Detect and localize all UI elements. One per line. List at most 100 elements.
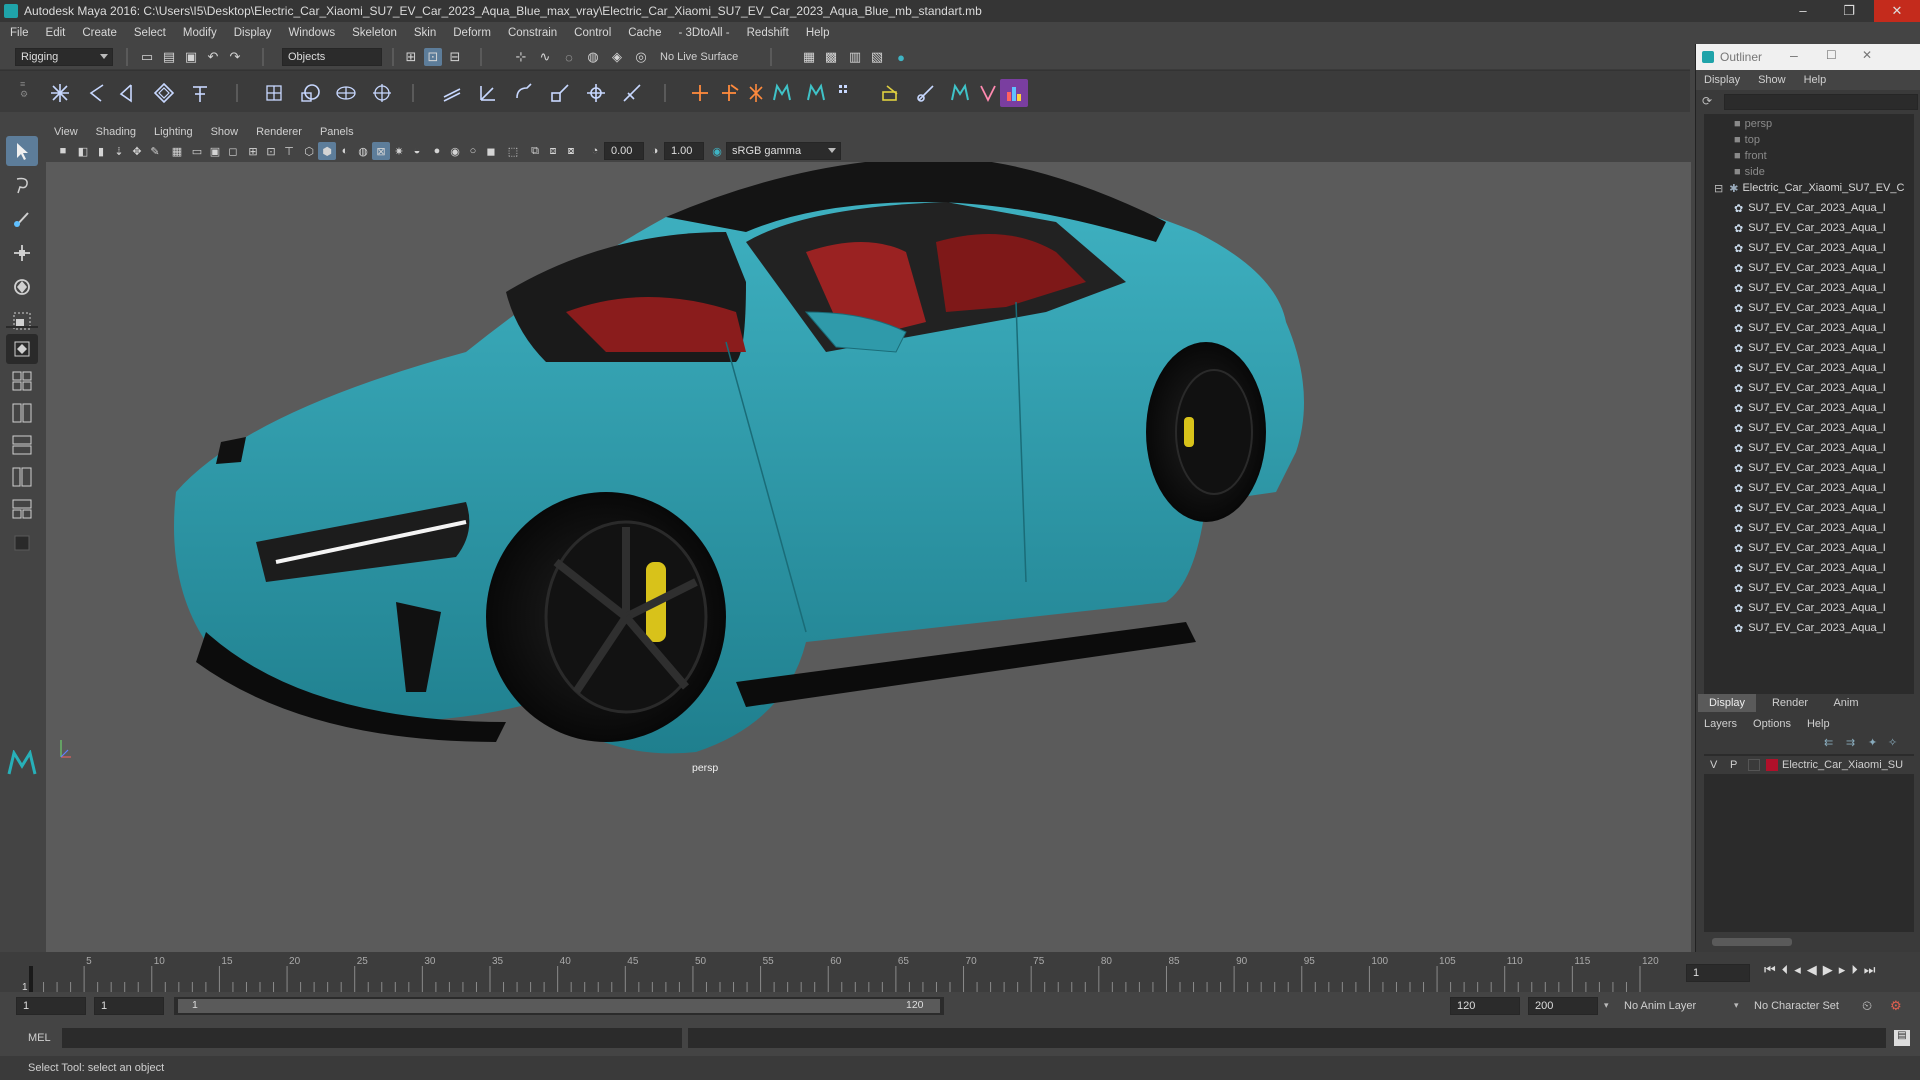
wireframe-icon[interactable]: ⬡	[300, 142, 318, 160]
outliner-item-mesh[interactable]: ✿ SU7_EV_Car_2023_Aqua_I	[1704, 558, 1914, 578]
selection-mode-dropdown[interactable]: Objects	[282, 48, 382, 66]
maximize-icon[interactable]: ☐	[1826, 48, 1837, 62]
render-frame-icon[interactable]: ▩	[822, 48, 840, 66]
restore-button[interactable]: ❐	[1826, 0, 1872, 22]
film-gate-icon[interactable]: ▭	[188, 142, 206, 160]
time-ruler[interactable]: 5 10 15 20 25 30 35 40 45 50 55 60 65 70 75 80 85 90 95 100…	[22, 952, 1684, 993]
snap-surface-icon[interactable]: ◈	[608, 48, 626, 66]
lasso-tool-icon[interactable]	[6, 170, 38, 200]
set-driven-key-icon[interactable]	[742, 79, 770, 107]
playback-start-field[interactable]: 1	[94, 997, 164, 1015]
lattice-icon[interactable]	[260, 79, 288, 107]
outliner-search-input[interactable]	[1724, 94, 1918, 110]
layer-move-up-icon[interactable]: ⇇	[1824, 736, 1833, 749]
menu-cache[interactable]: Cache	[628, 27, 661, 39]
outliner-item-mesh[interactable]: ✿ SU7_EV_Car_2023_Aqua_I	[1704, 298, 1914, 318]
smooth-shade-icon[interactable]: ⬢	[318, 142, 336, 160]
outliner-item-mesh[interactable]: ✿ SU7_EV_Car_2023_Aqua_I	[1704, 338, 1914, 358]
filter-icon[interactable]: ⟳	[1702, 94, 1712, 108]
snap-point-icon[interactable]: ◌	[560, 48, 578, 66]
layer-playback-toggle[interactable]: P	[1730, 759, 1737, 771]
render-settings-icon[interactable]: ▧	[868, 48, 886, 66]
exposure-field[interactable]: 0.00	[604, 142, 644, 160]
menu-control[interactable]: Control	[574, 27, 611, 39]
character-controls-icon[interactable]	[974, 79, 1002, 107]
resolution-gate-icon[interactable]: ▣	[206, 142, 224, 160]
new-layer-icon[interactable]: ✦	[1868, 736, 1877, 749]
parent-constraint-icon[interactable]	[582, 79, 610, 107]
menu-set-dropdown[interactable]: Rigging	[15, 48, 113, 66]
layer-display-type[interactable]	[1748, 759, 1760, 771]
redo-icon[interactable]: ↷	[226, 48, 244, 66]
select-tool-icon[interactable]	[6, 136, 38, 166]
outliner-item-mesh[interactable]: ✿ SU7_EV_Car_2023_Aqua_I	[1704, 618, 1914, 638]
viewport-persp[interactable]: persp	[46, 162, 1691, 952]
graph-layout-icon[interactable]	[6, 494, 38, 524]
select-hierarchy-icon[interactable]: ⊞	[402, 48, 420, 66]
current-time-indicator[interactable]	[29, 966, 33, 992]
graph-editor-icon[interactable]	[1000, 79, 1028, 107]
scale-tool-icon[interactable]	[6, 306, 38, 336]
anim-layer-dropdown[interactable]: No Anim Layer	[1624, 1000, 1696, 1012]
wireframe-on-shaded-icon[interactable]: ◍	[354, 142, 372, 160]
outliner-item-mesh[interactable]: ✿ SU7_EV_Car_2023_Aqua_I	[1704, 238, 1914, 258]
menu-skin[interactable]: Skin	[414, 27, 436, 39]
panel-menu-lighting[interactable]: Lighting	[154, 126, 193, 138]
menu-deform[interactable]: Deform	[453, 27, 491, 39]
isolate-select-icon[interactable]: ⬚	[504, 142, 522, 160]
tab-anim[interactable]: Anim	[1818, 694, 1874, 712]
panel-menu-renderer[interactable]: Renderer	[256, 126, 302, 138]
chevron-down-icon[interactable]: ▾	[1604, 1000, 1609, 1011]
step-forward-frame-icon[interactable]: ▸	[1839, 962, 1846, 978]
outliner-list[interactable]: ■ persp ■ top ■ front ■ side ⊟ ✱ Electric_Car_…	[1704, 114, 1914, 694]
outliner-item-mesh[interactable]: ✿ SU7_EV_Car_2023_Aqua_I	[1704, 278, 1914, 298]
outliner-item-mesh[interactable]: ✿ SU7_EV_Car_2023_Aqua_I	[1704, 218, 1914, 238]
outliner-item-mesh[interactable]: ✿ SU7_EV_Car_2023_Aqua_I	[1704, 358, 1914, 378]
gate-mask-icon[interactable]: ◻	[224, 142, 242, 160]
menu-create[interactable]: Create	[82, 27, 117, 39]
grid-icon[interactable]: ▦	[168, 142, 186, 160]
snap-grid-icon[interactable]: ⊹	[512, 48, 530, 66]
layer-menu-layers[interactable]: Layers	[1704, 718, 1737, 730]
textured-icon[interactable]: ⊠	[372, 142, 390, 160]
panel-menu-show[interactable]: Show	[211, 126, 239, 138]
cluster-icon[interactable]	[296, 79, 324, 107]
tab-render[interactable]: Render	[1762, 694, 1818, 712]
save-scene-icon[interactable]: ▣	[182, 48, 200, 66]
ik-handle-icon[interactable]	[82, 79, 110, 107]
menu-windows[interactable]: Windows	[288, 27, 335, 39]
outliner-item-mesh[interactable]: ✿ SU7_EV_Car_2023_Aqua_I	[1704, 438, 1914, 458]
paint-weights-icon[interactable]	[876, 79, 904, 107]
wrap-deformer-icon[interactable]	[332, 79, 360, 107]
shelf-options-icon[interactable]: ≡ ⚙	[20, 79, 28, 107]
close-button[interactable]: ✕	[1874, 0, 1920, 22]
field-chart-icon[interactable]: ⊞	[244, 142, 262, 160]
humanik-char-icon[interactable]	[768, 79, 796, 107]
safe-action-icon[interactable]: ⊡	[262, 142, 280, 160]
attribute-editor-icon[interactable]	[832, 79, 860, 107]
humanik-icon[interactable]	[186, 79, 214, 107]
outliner-item-mesh[interactable]: ✿ SU7_EV_Car_2023_Aqua_I	[1704, 598, 1914, 618]
menu-select[interactable]: Select	[134, 27, 166, 39]
live-surface-label[interactable]: No Live Surface	[660, 51, 738, 63]
safe-title-icon[interactable]: ⊤	[280, 142, 298, 160]
exposure-icon[interactable]: ◔	[586, 142, 604, 160]
outliner-item-root[interactable]: ⊟ ✱ Electric_Car_Xiaomi_SU7_EV_C	[1704, 178, 1914, 198]
step-back-key-icon[interactable]: ⏴	[1782, 962, 1789, 978]
outliner-item-mesh[interactable]: ✿ SU7_EV_Car_2023_Aqua_I	[1704, 378, 1914, 398]
stacked-layout-icon[interactable]	[6, 430, 38, 460]
select-component-icon[interactable]: ⊟	[446, 48, 464, 66]
menu-constrain[interactable]: Constrain	[508, 27, 557, 39]
paint-tool-icon[interactable]	[912, 79, 940, 107]
menu-modify[interactable]: Modify	[183, 27, 217, 39]
outliner-item-mesh[interactable]: ✿ SU7_EV_Car_2023_Aqua_I	[1704, 498, 1914, 518]
two-d-pan-icon[interactable]: ✥	[128, 142, 146, 160]
panel-menu-shading[interactable]: Shading	[96, 126, 136, 138]
outliner-item-mesh[interactable]: ✿ SU7_EV_Car_2023_Aqua_I	[1704, 198, 1914, 218]
snap-live-icon[interactable]: ◎	[632, 48, 650, 66]
step-back-frame-icon[interactable]: ◂	[1794, 962, 1801, 978]
layer-move-down-icon[interactable]: ⇉	[1846, 736, 1855, 749]
locator-icon[interactable]	[686, 79, 714, 107]
layer-hscrollbar[interactable]	[1712, 938, 1792, 946]
motion-blur-icon[interactable]: ◉	[446, 142, 464, 160]
